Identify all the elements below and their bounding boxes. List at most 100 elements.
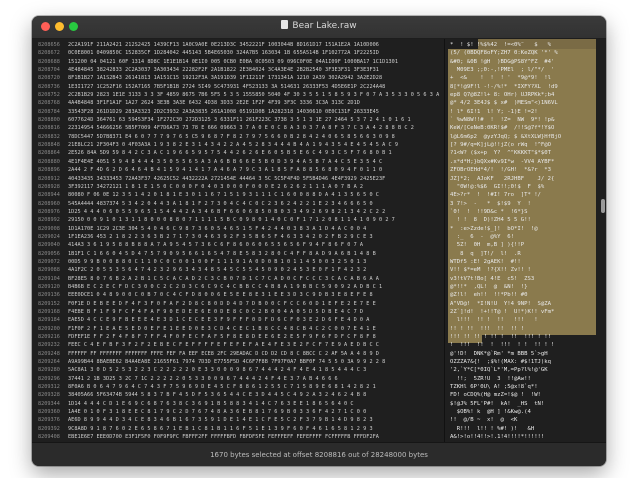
hex-row[interactable]: 1A4E 0 1 0 F 3 1 8 E E C 8 1 7 9 C 2 D 7… <box>68 408 440 416</box>
hex-row[interactable]: 4A4B4848 3F1F1A1F 1A27 2624 3E3B 3A3E 64… <box>68 99 440 107</box>
hex-row[interactable]: 1E3I1727 1C252F16 152A7165 7B5F1B1B 2724… <box>68 83 440 91</box>
hex-row[interactable]: 00D5 9 9 B 0 0 8 8 0 C 1 1 0 C 0 C 0 0 1… <box>68 258 440 266</box>
hex-row[interactable]: 2E526 84A 5D9 59 8 4 2 C 3 A C 1 9 6 6 5… <box>68 149 440 157</box>
hex-row[interactable]: 414A3 3 6 1 9 5 8 8 B 8 8 A 7 A 9 5 4 5 … <box>68 241 440 249</box>
hex-row[interactable]: 1F1EA236 453 2 1 8 2 2 3 6 3 B 2 7 1 7 3… <box>68 233 440 241</box>
hex-row[interactable]: 2A44 2 F 4D 6 2 D 6 4 6 4 B 4 1 5 9 4 1 … <box>68 166 440 174</box>
ascii-row[interactable]: 4E>?r* ! !#I! 7ro ]T* !/ <box>450 191 561 199</box>
scrollbar-thumb[interactable] <box>601 199 605 213</box>
ascii-row[interactable]: ep8 Q7@8Z!l+ 8: OHr) UJRPKk*;b4 <box>450 91 561 99</box>
ascii-row[interactable]: ?1<W? ($x+p Y? ^"KKKKT"$*$0T <box>450 149 561 157</box>
hex-row[interactable]: 21E8LC21 2F304F3 0 4F03A3A 1 9 3 8 2 E 3… <box>68 141 440 149</box>
ascii-row[interactable]: KeW/[CeNeB:0KR!$# /!!S@7f*!Y$O <box>450 124 561 132</box>
ascii-row[interactable]: !! @/B ~ x! @ <K <box>450 416 561 424</box>
hex-row[interactable]: F4EBE B F 1 F 9 F C F 4 F A F 9 0 E D E … <box>68 308 440 316</box>
ascii-row[interactable]: ! l* 6I!1 l! Y; -1)E !=2! <box>450 108 561 116</box>
ascii-row[interactable]: $!@J% 5FL'P#! kA! _HS tN! <box>450 400 561 408</box>
ascii-row[interactable]: $OB%! k @H ] !&Kw@.(4 <box>450 408 561 416</box>
ascii-row[interactable]: WTDf5 :E! 2gAEK! #!! <box>450 258 561 266</box>
ascii-row[interactable]: @* 4/2 3E4J$ $ x# )MESm"<)1N6VL <box>450 99 561 107</box>
hex-row[interactable]: 9C8A8D 9 1 8 7 6 0 2 E 6 5 8 6 7 1 E B 1… <box>68 425 440 433</box>
hex-row[interactable]: FFFFFF FF FFFFFFF FFFFFFF FFFE FEF FA EE… <box>68 350 440 358</box>
ascii-row[interactable]: !! ! !! !!! !! !! ! <box>450 325 561 333</box>
hex-row[interactable]: 545A4444 4837374 5 3 4 2 0 4 4 3 A 1 8 1… <box>68 200 440 208</box>
hex-row[interactable]: 1D1A170E 1C29 2C3E 304 5 4 0 4 6 C 9 8 7… <box>68 225 440 233</box>
hex-row[interactable]: BF28E5 8 0 7 6 B 2 A 2 B 1 C 5 C A C A D… <box>68 275 440 283</box>
hex-row[interactable]: 29150 0 0 9 1 0 1 3 1 1 8 0 0 0 8 8 0 7 … <box>68 216 440 224</box>
ascii-row[interactable]: 2Z`]!d! !+!!T@ ! U!*)K!! vFm* <box>450 308 561 316</box>
hex-row[interactable]: 4E484845 38242833 2C2A3037 3A303434 2228… <box>68 66 440 74</box>
hex-row[interactable]: 6077624D 364761 63 59453F34 1F272C30 272… <box>68 116 440 124</box>
ascii-row[interactable]: V!! $*=eM !?{X!! Zv!! ! <box>450 266 561 274</box>
ascii-row[interactable]: ` %wN8W!!# ! !Z= NW 9*! !p& <box>450 116 561 124</box>
ascii-row[interactable]: * ! $! !%$%42 !=<0%¨ $ % <box>450 41 561 49</box>
hex-row[interactable]: 78DC5447 5D7B8371 E4 6 0 7 7 7 9 7 6 5 C… <box>68 133 440 141</box>
hex-row[interactable]: 2C2B1B29 2823 1E1E 3133 3 3 3F 4859 8675… <box>68 91 440 99</box>
hex-row[interactable]: 3F392117 34272121 1 8 1 E 1 5 0 C 0 0 0 … <box>68 183 440 191</box>
ascii-row[interactable]: OZZZA7&{! ;$%!(MAX: #$!1TJ)kq <box>450 358 561 366</box>
ascii-row[interactable]: M09E3 ;;0:-,!PMEl ; l/"*/ ' <box>450 66 561 74</box>
ascii-row[interactable]: @'!D! DNK*@`Rm' *m BBB 5`>gH <box>450 350 561 358</box>
ascii-row[interactable]: A"VD@! *I!N!U Y!4 9NP! S@ZA <box>450 300 561 308</box>
ascii-row[interactable]: .x*d*H;}bQXx#Kv9I*w -VV4 AYBF* <box>450 158 561 166</box>
ascii-row[interactable]: ! ! 8 D)!ZH4 5 5 G!! <box>450 216 561 224</box>
ascii-row[interactable]: (5/ (0BDQF8oFY;ZH7 0:KeZQK '*' % <box>450 49 561 57</box>
hex-row[interactable]: 33543F28 261D1D29 283A3323 2D2C3932 2A3A… <box>68 108 440 116</box>
ascii-row[interactable]: ! !!! !! ! !!! ! ! !! ! ! <box>450 341 561 349</box>
ascii-row[interactable]: !!! !! !! ! !! ! !! !!! ! !! <box>450 333 561 341</box>
hex-row[interactable]: 0C0E8001 0409850C 152835CF 1D284042 4451… <box>68 49 440 57</box>
ascii-row[interactable]: ZFOBrOEHd*4/! !/GH! *&?r *3 <box>450 166 561 174</box>
hex-row[interactable]: EAE5D 4 C C E 9 F B E E E 4 E 3 D 1 C E … <box>68 316 440 324</box>
ascii-row[interactable]: &#0; &0B !@H )BDG@PS8Y^FZ #4' <box>450 58 561 66</box>
ascii-column[interactable]: * ! $! !%$%42 !=<0%¨ $ % (5/ (0BDQF8oFY;Z… <box>448 39 596 442</box>
ascii-row[interactable]: l@L6m6p2 @yzYJqQ; $ &XtXLW}HfBjO <box>450 133 561 141</box>
hex-row[interactable]: B4B6B E C 2 E C F D C 3 0 0 C 2 C 2 D 3 … <box>68 283 440 291</box>
hex-row[interactable]: F0F1E D E B E E D F 4 F 3 F 0 F A F 2 D … <box>68 300 440 308</box>
ascii-row[interactable]: !!; 5ZR!U 3 !!@Aw!! <box>450 375 561 383</box>
hex-row[interactable]: 38405A66 5F63474B 5944 5 8 3 7 B F 4 5 D… <box>68 391 440 399</box>
hex-row[interactable]: 40433435 34333453 72A43F37 42625C52 4432… <box>68 175 440 183</box>
hex-row[interactable]: 1B1F1 C 1 6 6 0 4 5 D 4 7 5 7 9 0 9 5 6 … <box>68 250 440 258</box>
hex-row[interactable]: EEE0DCE1 0 4 8 9 0 0 C 0 B 7 0 C 4 C F D… <box>68 291 440 299</box>
ascii-text[interactable]: * ! $! !%$%42 !=<0%¨ $ % (5/ (0BDQF8oFY;Z… <box>450 41 561 442</box>
ascii-row[interactable]: @*!!* ,QL! @ &N! !} <box>450 283 561 291</box>
hex-row[interactable]: 5AC8A1 3 0 D 5 2 5 3 2 2 3 C 2 2 2 2 2 0… <box>68 366 440 374</box>
ascii-row[interactable]: l!!! !! ! !! !!! ! <box>450 316 561 324</box>
hex-row[interactable]: FDFEF1E F F 2 F 4 F 8 F 7 F F 4 F 0 F E … <box>68 333 440 341</box>
ascii-row[interactable]: JZ]*2; AJoKF 2RJHBF J/ 2{ <box>450 175 561 183</box>
hex-row[interactable]: 4A1F2C 2 0 5 5 3 5 6 4 7 4 2 3 2 9 6 3 4… <box>68 266 440 274</box>
title-bar[interactable]: Bear Lake.raw <box>32 16 606 39</box>
hex-row[interactable]: 4E1F4E4E 4051 5 9 4 8 4 4 4 3 5 0 5 5 6 … <box>68 158 440 166</box>
hex-row[interactable]: 8F1B1B27 1A1S2B43 26141813 1A151C15 1921… <box>68 74 440 82</box>
ascii-row[interactable]: 8[*!@9F!l -!-/%!* *IXFY?XL !d9 <box>450 83 561 91</box>
hex-view[interactable]: 8208656 8208672 8208688 8208704 8208720 82087… <box>32 39 606 442</box>
ascii-row[interactable]: :_ 6 - @%Y 6! <box>450 233 561 241</box>
ascii-row[interactable]: `0! ! !!9D&c * !6*}S <box>450 208 561 216</box>
ascii-row[interactable]: v3!tV7t!Bo[ 4!E c5! ZS3 <box>450 275 561 283</box>
ascii-row[interactable]: "0W!@:%$6 GI!!;0!$ F $% <box>450 183 561 191</box>
ascii-row[interactable]: 8 q ]T!/ l! .R <box>450 250 561 258</box>
ascii-row[interactable]: FD! oCDQ%(H@ mzZ=!$@ ! !W! <box>450 391 561 399</box>
ascii-row[interactable]: [? 9#/q=K]jL@!!jZ(o rWq !^F@O <box>450 141 561 149</box>
hex-row[interactable]: 1D25 4 4 4 0 6 0 5 5 9 6 5 1 5 4 4 4 2 A… <box>68 208 440 216</box>
ascii-row[interactable]: 3 7!> - * $!$9 Y ! <box>450 200 561 208</box>
hex-column[interactable]: 2C2A191F 211A2421 212S2425 1439CF13 1A0C… <box>68 41 440 442</box>
hex-row[interactable]: 1D14 4 4 4 C D 1 E 6 9 C 6 8 7 6 3 8 C 3… <box>68 400 440 408</box>
hex-row[interactable]: F1F0F 2 F 1 E A E 5 E D 0 E F E 1 E E D … <box>68 325 440 333</box>
hex-row[interactable]: 37441 2 1B 3D25 3 2C 7 1C 2 2 2 2 2 0 5 … <box>68 375 440 383</box>
ascii-row[interactable]: '2,`Y*C[*0IQ`L*'M,=Pp?l%!@'GK <box>450 366 561 374</box>
ascii-row[interactable]: @Z!l! eh!! !!*Pb!! #0 <box>450 291 561 299</box>
ascii-row[interactable]: 5Z! 0H m,B ] ){!!P <box>450 241 561 249</box>
hex-row[interactable]: A9A99B44 8BAEBE62 B4A4EA8E 21655F61 7974… <box>68 358 440 366</box>
ascii-row[interactable]: * :e>Zzde!$_]! bO*I! !@ <box>450 225 561 233</box>
hex-row[interactable]: 8F0A6 B 0 6 4 7 9 6 4 C 7 4 3 F 7 5 9 6 … <box>68 383 440 391</box>
hex-row[interactable]: 22314954 54666256 5B5F7009 4F7D6A73 73 7… <box>68 124 440 132</box>
hex-row[interactable]: FEEC C 4 E F B F 3 F 2 F 2 E B E C F E F… <box>68 341 440 349</box>
hex-row[interactable]: 151200 04 04121 60F 1314 8D8C 1E1E1B14 0… <box>68 58 440 66</box>
hex-row[interactable]: 2C2A191F 211A2421 212S2425 1439CF13 1A0C… <box>68 41 440 49</box>
hex-row[interactable]: EBE1E6E7 EEE0D700 E3F1F5F0 F0F9F9FC FBFF… <box>68 433 440 441</box>
ascii-row[interactable]: TZKHl 6P'0U\ A! ;5@x!8`q*! <box>450 383 561 391</box>
hex-row[interactable]: AE6D 8 9 9 4 4 D 3 4 C E 8 3 4 6 B 1 6 7… <box>68 416 440 424</box>
ascii-row[interactable]: R!!! l!! ! %#! )! &H <box>450 425 561 433</box>
hex-row[interactable]: 80080 F 06 0E 12 3 5 1 4 2 0 1 8 1 E 3 0… <box>68 191 440 199</box>
